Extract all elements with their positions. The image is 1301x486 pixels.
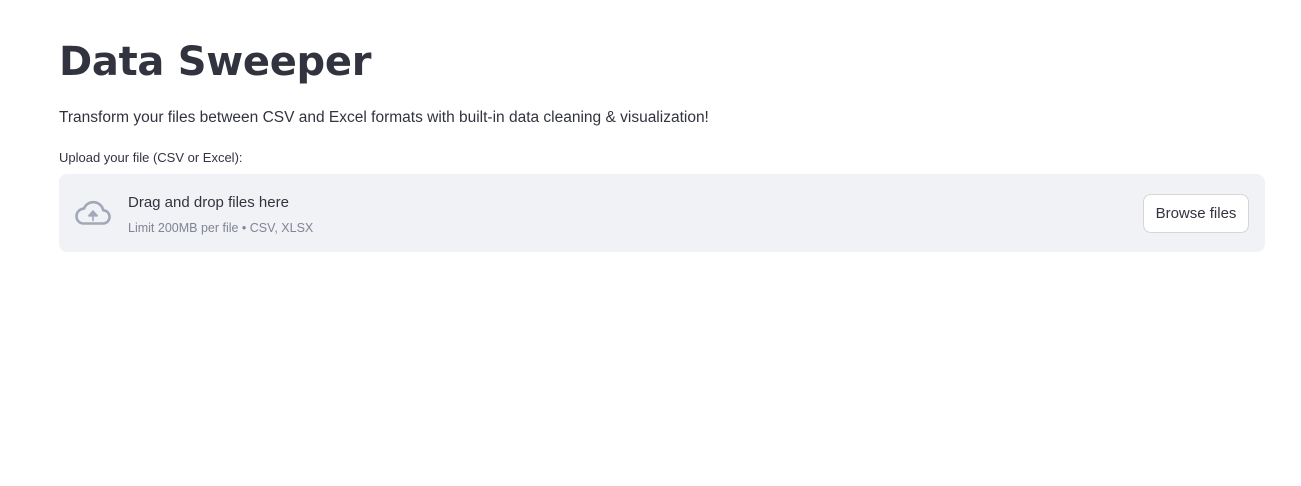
- dropzone-title: Drag and drop files here: [128, 194, 289, 211]
- cloud-upload-icon: [75, 200, 111, 225]
- page-title: Data Sweeper: [59, 39, 372, 85]
- browse-files-button[interactable]: Browse files: [1143, 194, 1249, 233]
- file-dropzone[interactable]: Drag and drop files here Limit 200MB per…: [59, 174, 1265, 252]
- page-subtitle: Transform your files between CSV and Exc…: [59, 109, 709, 126]
- file-uploader-label: Upload your file (CSV or Excel):: [59, 150, 243, 165]
- dropzone-limit-hint: Limit 200MB per file • CSV, XLSX: [128, 221, 314, 235]
